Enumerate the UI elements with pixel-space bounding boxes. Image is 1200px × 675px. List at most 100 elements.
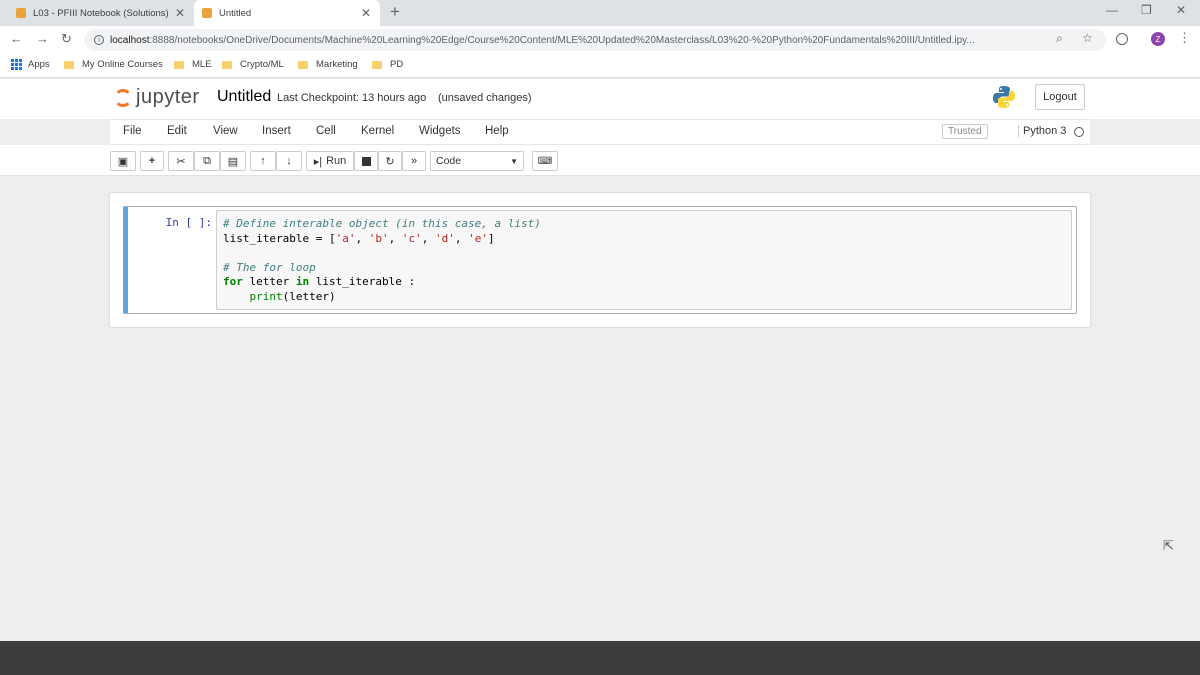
restore-icon[interactable]: ❐ [1141,3,1152,17]
command-palette-button[interactable]: ⌨ [532,151,558,171]
code-token: # Define interable object (in this case,… [223,217,541,230]
close-icon[interactable]: ✕ [360,6,372,20]
kernel-idle-icon [1074,127,1084,137]
insert-cell-button[interactable]: + [140,151,164,171]
keyboard-icon: ⌨ [537,155,553,167]
code-token: 'c' [401,231,422,245]
zoom-icon[interactable]: ⌕ [1056,31,1063,46]
restart-run-all-button[interactable]: » [402,151,426,171]
code-token: list_iterable : [309,275,416,288]
folder-icon [174,60,184,69]
code-token: 'a' [335,231,356,245]
apps-grid-icon [11,59,22,70]
logout-button[interactable]: Logout [1035,84,1085,110]
close-icon[interactable]: ✕ [174,6,186,20]
code-token: in [295,275,310,288]
menu-edit[interactable]: Edit [167,125,187,137]
copy-button[interactable]: ⧉ [194,151,220,171]
bookmark-label: My Online Courses [82,59,163,70]
avatar[interactable]: Z [1151,32,1165,46]
folder-icon [222,60,232,69]
jupyter-header: jupyter Untitled Last Checkpoint: 13 hou… [0,79,1200,119]
cut-button[interactable]: ✂ [168,151,194,171]
unsaved-status: (unsaved changes) [438,92,532,104]
code-token: letter [242,275,296,288]
cell-type-select[interactable]: Code ▼ [430,151,524,171]
menu-file[interactable]: File [123,125,142,137]
bookmark-label: Marketing [316,59,358,70]
bookmark-label: Crypto/ML [240,59,284,70]
extension-icon[interactable] [1116,33,1128,45]
code-line: for letter in list_iterable : [223,275,1065,290]
code-token: , [388,231,402,245]
checkpoint-status: Last Checkpoint: 13 hours ago [277,92,427,104]
code-editor[interactable]: # Define interable object (in this case,… [216,210,1072,310]
menu-cell[interactable]: Cell [316,125,336,137]
interrupt-button[interactable] [354,151,378,171]
address-bar-row: ← → ↻ i localhost:8888/notebooks/OneDriv… [0,26,1200,54]
scissors-icon: ✂ [176,155,186,168]
bookmark-pd[interactable]: PD [372,59,403,70]
refresh-icon: ↻ [385,155,395,168]
menu-kernel[interactable]: Kernel [361,125,394,137]
bookmarks-bar: Apps My Online Courses MLE Crypto/ML Mar… [0,54,1200,78]
bookmark-crypto-ml[interactable]: Crypto/ML [222,59,284,70]
step-forward-icon: ▸| [313,155,323,168]
code-token: , [454,231,469,245]
bookmark-mle[interactable]: MLE [174,59,212,70]
bookmark-apps[interactable]: Apps [11,59,50,70]
bookmark-label: MLE [192,59,212,70]
back-arrow-icon[interactable]: ← [10,31,23,46]
trusted-indicator[interactable]: Trusted [942,124,988,139]
bookmark-label: PD [390,59,404,70]
python-logo-icon [993,86,1015,108]
bookmark-label: Apps [28,59,50,70]
browser-tab-untitled[interactable]: Untitled ✕ [194,0,380,26]
run-label: Run [326,155,347,167]
stop-icon [361,156,371,166]
url-text: localhost:8888/notebooks/OneDrive/Docume… [110,35,1050,46]
minimize-icon[interactable]: — [1106,3,1118,17]
kernel-name[interactable]: Python 3 [1018,125,1066,137]
forward-arrow-icon[interactable]: → [36,31,49,46]
restart-button[interactable]: ↻ [378,151,402,171]
menu-insert[interactable]: Insert [262,125,291,137]
jupyter-logo-icon [114,88,132,107]
code-token: 'e' [468,231,488,245]
close-window-icon[interactable]: ✕ [1176,3,1186,17]
arrow-down-icon: ↓ [286,155,292,167]
run-button[interactable]: ▸| Run [306,151,354,171]
info-icon[interactable]: i [94,35,104,45]
url-path: :8888/notebooks/OneDrive/Documents/Machi… [149,34,975,46]
menu-view[interactable]: View [213,125,238,137]
code-line: # The for loop [223,261,1065,276]
code-token: list_iterable = [ [223,231,336,245]
plus-icon[interactable]: + [390,2,400,22]
star-icon[interactable]: ☆ [1082,31,1093,45]
menu-help[interactable]: Help [485,125,509,137]
reload-icon[interactable]: ↻ [61,31,72,47]
code-token: , [355,231,369,245]
more-menu-icon[interactable]: ⋮ [1178,30,1191,46]
save-button[interactable]: ▣ [110,151,136,171]
menu-widgets[interactable]: Widgets [419,125,461,137]
bookmark-marketing[interactable]: Marketing [298,59,358,70]
bookmark-my-online-courses[interactable]: My Online Courses [64,59,163,70]
jupyter-menubar: File Edit View Insert Cell Kernel Widget… [110,119,1090,145]
paste-button[interactable]: ▤ [220,151,246,171]
code-token: print [249,289,283,303]
tab-title: Untitled [219,7,252,19]
jupyter-logo[interactable]: jupyter [114,86,200,109]
url-field[interactable]: i localhost:8888/notebooks/OneDrive/Docu… [84,29,1106,51]
move-down-button[interactable]: ↓ [276,151,302,171]
save-icon: ▣ [117,155,129,168]
move-up-button[interactable]: ↑ [250,151,276,171]
plus-icon: + [148,155,156,167]
notebook-favicon-icon [202,8,212,18]
notebook-name[interactable]: Untitled [217,88,271,106]
code-token: (letter) [282,289,336,303]
browser-tab-solutions[interactable]: L03 - PFIII Notebook (Solutions) ✕ [8,0,194,26]
notebook-favicon-icon [16,8,26,18]
